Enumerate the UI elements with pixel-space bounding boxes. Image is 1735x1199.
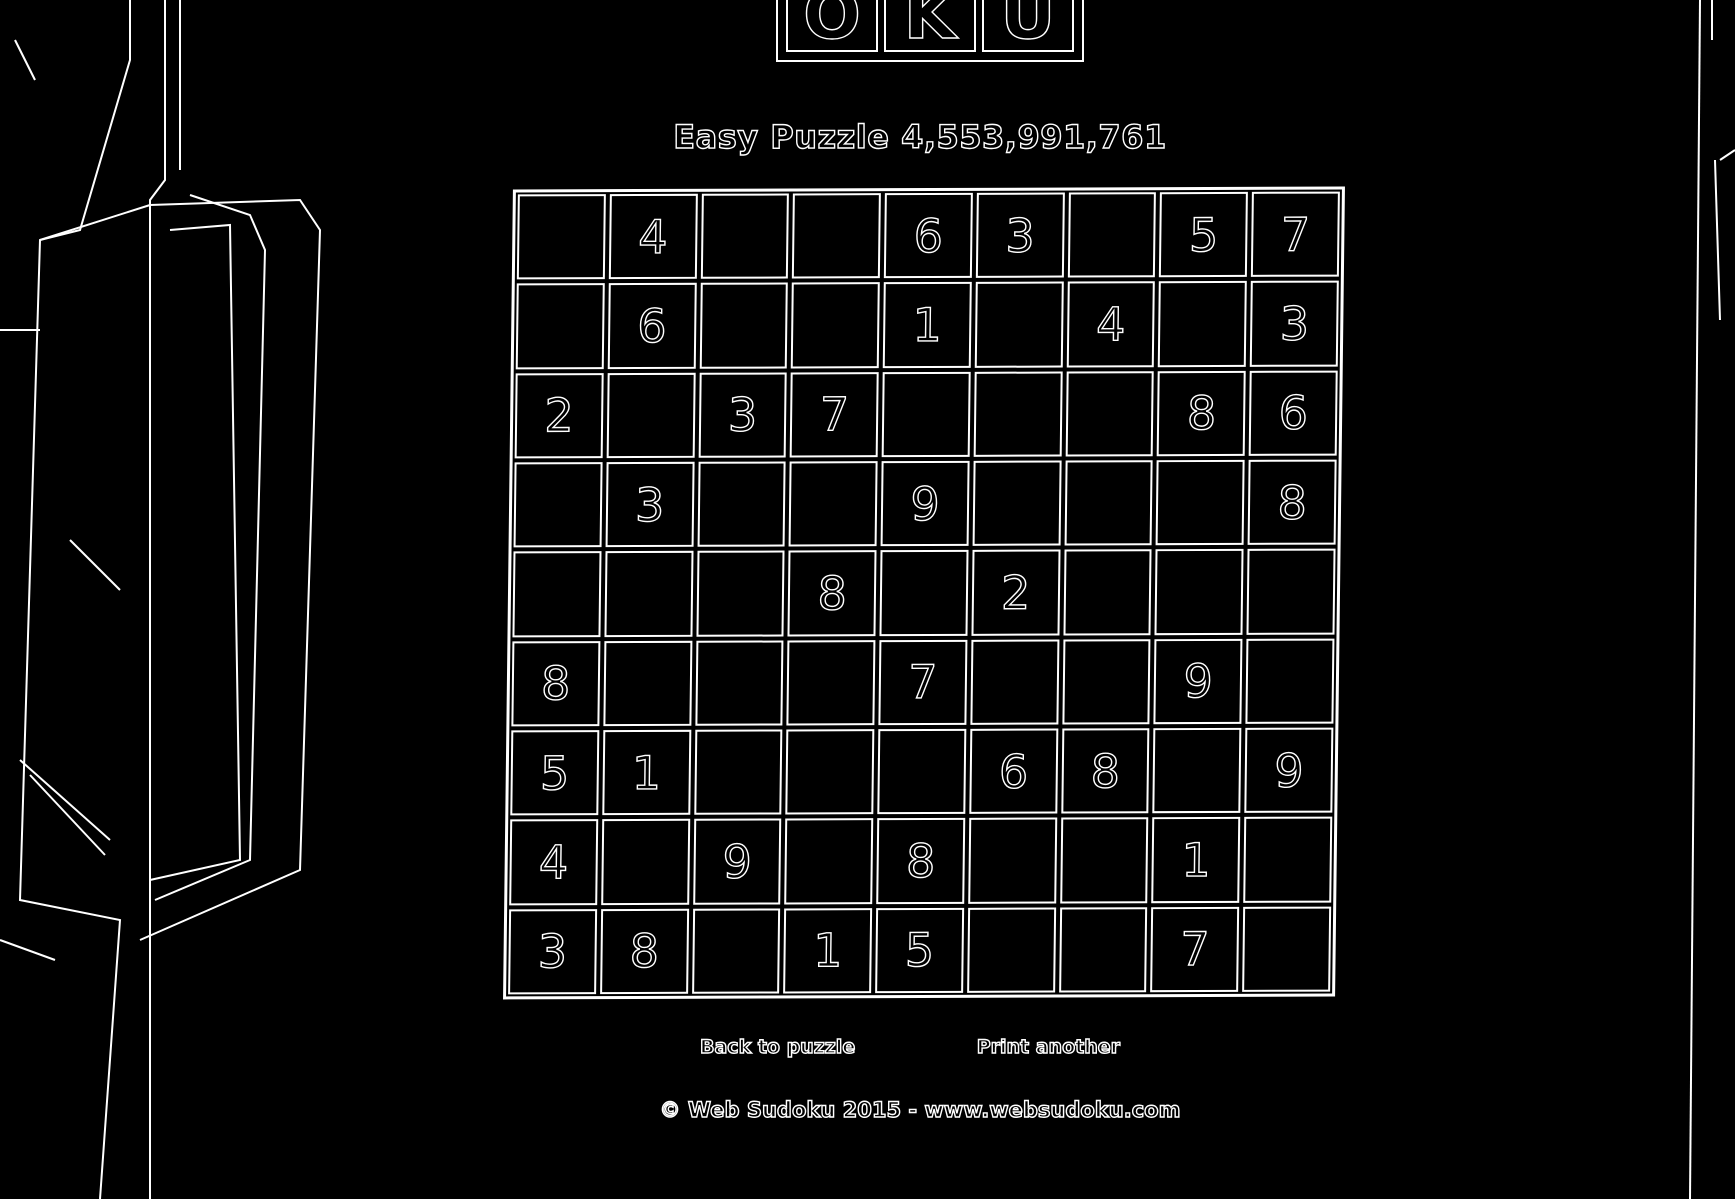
sudoku-cell: 5	[1159, 191, 1249, 278]
sudoku-cell: 4	[608, 193, 698, 280]
sudoku-cell: 8	[511, 640, 601, 727]
sudoku-cell	[699, 282, 789, 369]
sudoku-cell	[973, 371, 1063, 457]
sudoku-cell	[693, 729, 783, 816]
logo-letter: U	[982, 0, 1074, 52]
sudoku-cell	[696, 550, 785, 637]
sudoku-cell	[1058, 906, 1148, 993]
sudoku-cell	[1242, 906, 1332, 992]
sudoku-cell	[691, 908, 781, 994]
sudoku-cell	[879, 550, 969, 636]
sudoku-cell: 6	[607, 283, 697, 369]
sudoku-cell: 3	[508, 908, 597, 995]
sudoku-cell: 5	[510, 730, 600, 816]
back-to-puzzle-link[interactable]: Back to puzzle	[699, 1035, 856, 1058]
sudoku-cell	[516, 194, 606, 280]
sudoku-cell	[784, 818, 874, 905]
sudoku-cell	[970, 639, 1060, 725]
sudoku-cell	[1065, 370, 1155, 457]
sudoku-cell: 1	[602, 729, 691, 816]
sudoku-cell	[974, 281, 1064, 368]
sudoku-cell: 9	[692, 818, 782, 905]
puzzle-title: Easy Puzzle 4,553,991,761	[673, 117, 1167, 156]
sudoku-cell	[881, 371, 971, 458]
sudoku-cell: 8	[1247, 459, 1337, 546]
sudoku-cell: 4	[1066, 281, 1156, 368]
sudoku-cell	[788, 461, 878, 547]
sudoku-cell: 8	[1157, 370, 1246, 457]
sudoku-cell: 8	[599, 908, 689, 995]
site-logo: O K U	[776, 0, 1084, 62]
logo-letter: O	[786, 0, 878, 52]
sudoku-cell	[1063, 549, 1152, 636]
sudoku-cell: 3	[698, 372, 788, 458]
sudoku-cell	[1064, 460, 1154, 546]
sudoku-cell	[1156, 459, 1245, 546]
sudoku-cell	[785, 729, 875, 815]
sudoku-cell: 7	[789, 371, 879, 458]
sudoku-cell: 6	[1248, 370, 1338, 456]
sudoku-cell	[968, 817, 1057, 904]
sudoku-cell	[515, 283, 605, 370]
sudoku-cell: 6	[969, 728, 1059, 815]
sudoku-cell	[1062, 638, 1151, 725]
sudoku-cell	[606, 372, 696, 459]
sudoku-cell: 1	[1151, 817, 1241, 903]
sudoku-cell	[877, 728, 967, 815]
logo-letter: K	[884, 0, 976, 52]
sudoku-cell	[1245, 638, 1335, 724]
sudoku-cell	[792, 193, 881, 279]
sudoku-cell	[1152, 727, 1242, 814]
sudoku-cell: 2	[971, 549, 1061, 636]
sudoku-cell	[791, 282, 880, 369]
sudoku-cell	[603, 640, 692, 727]
sudoku-cell	[1246, 548, 1336, 635]
sudoku-cell: 3	[605, 461, 695, 548]
sudoku-cell	[1067, 192, 1157, 278]
sudoku-cell	[972, 460, 1062, 547]
sudoku-cell: 9	[1244, 727, 1334, 814]
sudoku-cell: 9	[1153, 638, 1243, 725]
sudoku-cell	[786, 639, 876, 726]
sudoku-cell: 4	[509, 819, 598, 906]
sudoku-cell	[1158, 281, 1248, 367]
sudoku-cell	[1154, 549, 1244, 635]
sudoku-cell	[1059, 817, 1149, 904]
sudoku-cell: 8	[787, 550, 877, 637]
sudoku-grid: 463576143237863988287951689498138157	[503, 186, 1345, 1000]
sudoku-cell	[512, 551, 602, 638]
sudoku-cell	[600, 819, 690, 905]
sudoku-cell: 7	[1150, 906, 1240, 993]
sudoku-cell	[513, 462, 603, 548]
print-another-link[interactable]: Print another	[976, 1035, 1121, 1058]
sudoku-cell: 9	[880, 460, 970, 547]
sudoku-cell: 3	[975, 192, 1065, 279]
sudoku-cell	[694, 640, 784, 726]
sudoku-cell	[966, 907, 1056, 993]
sudoku-cell: 7	[1251, 191, 1340, 278]
sudoku-cell: 1	[783, 907, 873, 994]
sudoku-cell: 3	[1249, 280, 1339, 367]
sudoku-cell: 8	[876, 818, 966, 904]
sudoku-cell: 7	[878, 639, 968, 726]
sudoku-cell	[604, 551, 694, 637]
sudoku-cell: 1	[882, 282, 972, 368]
sudoku-cell	[700, 193, 790, 280]
sudoku-cell: 2	[514, 372, 604, 459]
sudoku-cell	[1243, 816, 1333, 903]
sudoku-cell	[697, 461, 786, 548]
copyright-footer: © Web Sudoku 2015 - www.websudoku.com	[659, 1097, 1181, 1122]
sudoku-cell: 6	[883, 192, 973, 279]
puzzle-links: Back to puzzle Print another	[699, 1035, 1121, 1058]
sudoku-cell: 8	[1060, 728, 1150, 814]
sudoku-cell: 5	[875, 907, 965, 994]
